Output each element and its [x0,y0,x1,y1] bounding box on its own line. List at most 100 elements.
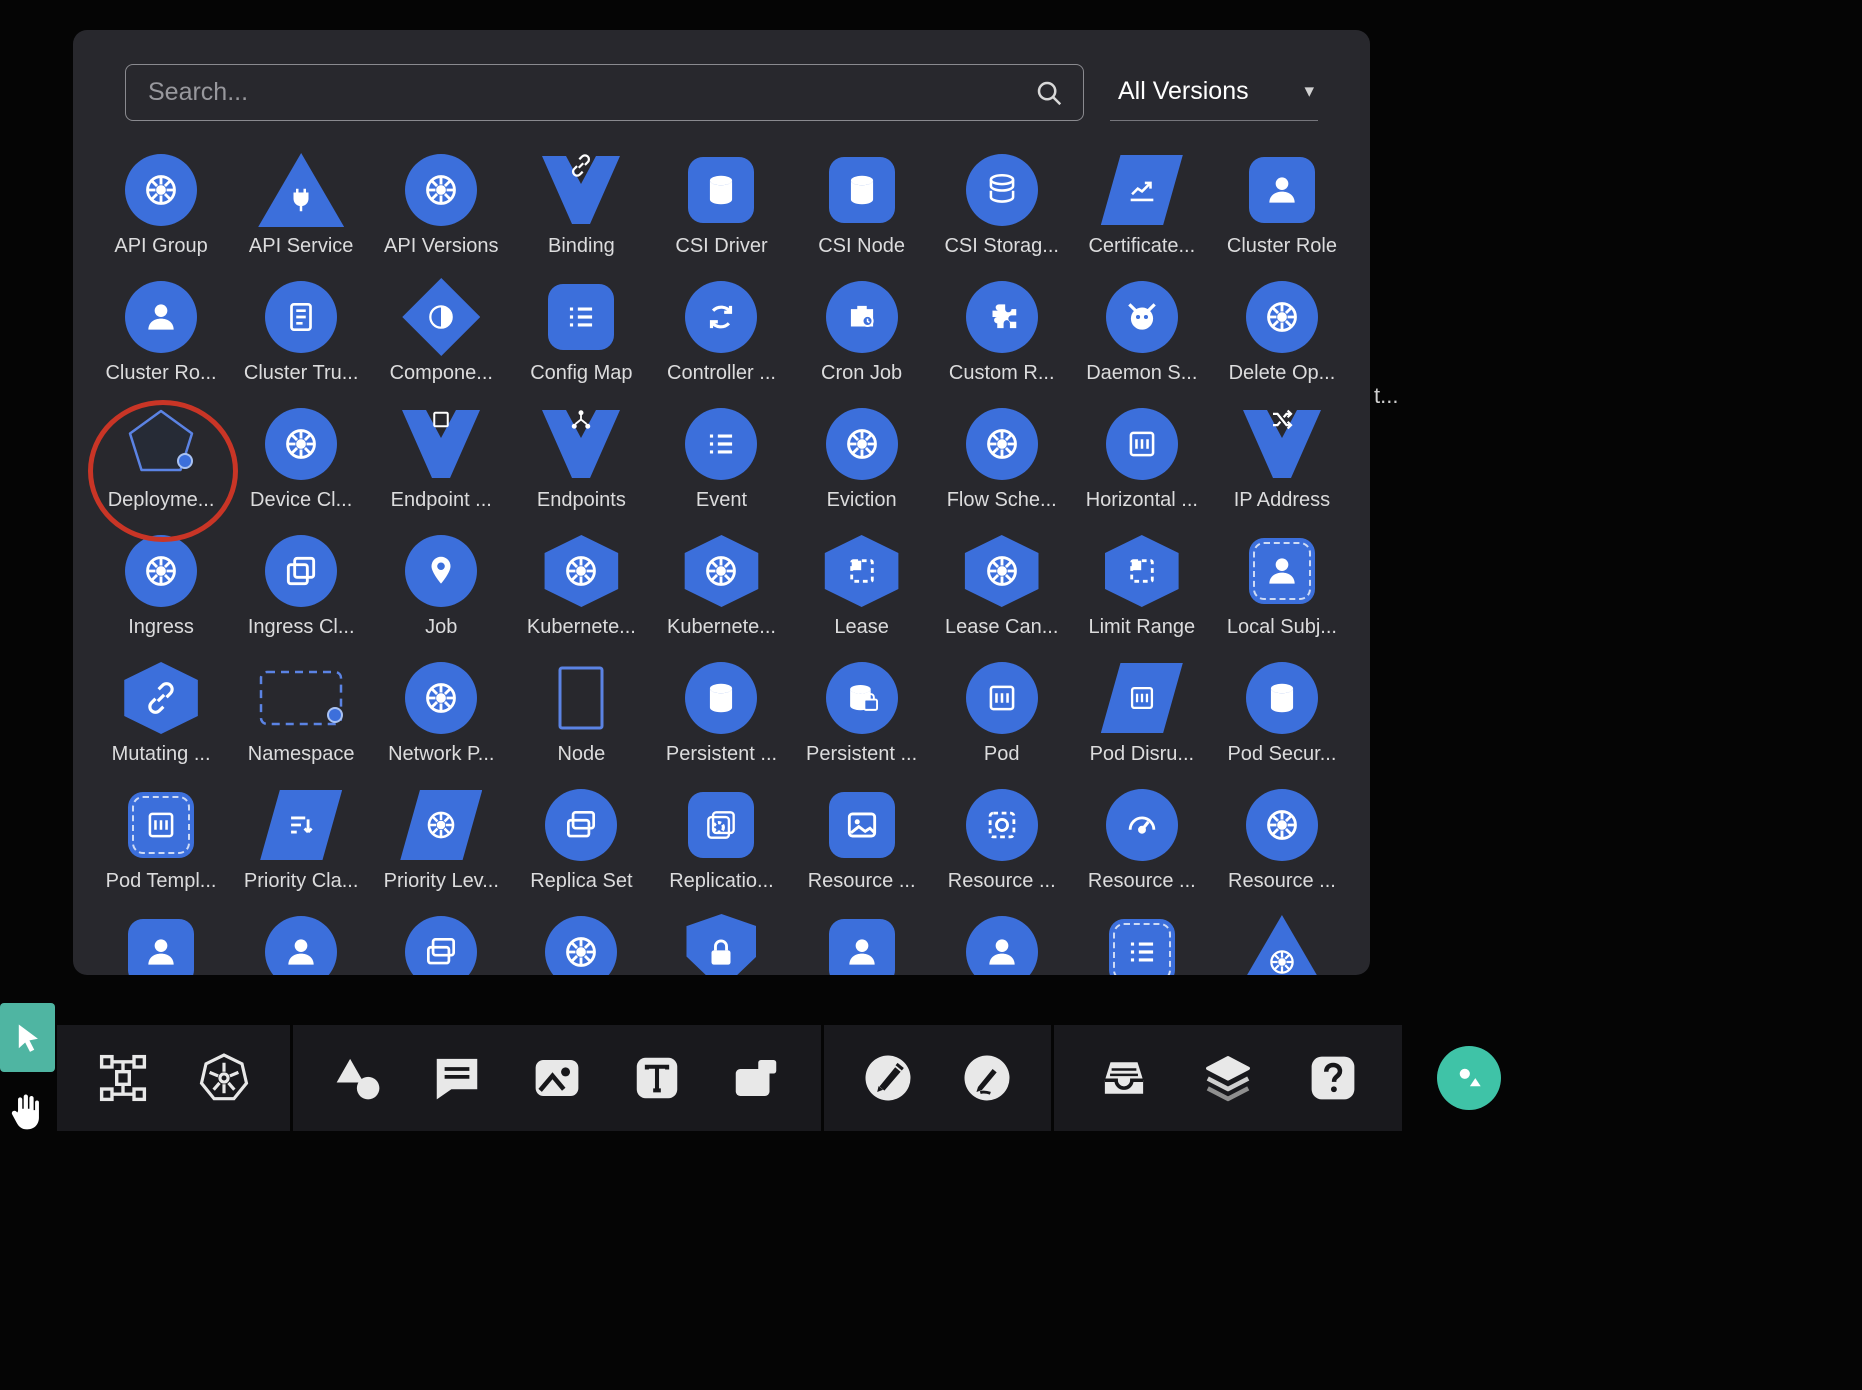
shape-item[interactable] [1072,909,1212,975]
shape-item[interactable] [651,909,791,975]
shape-item-iconbox [962,528,1042,614]
shape-item[interactable]: Pod Disru... [1072,655,1212,782]
marker-tool[interactable] [853,1043,923,1113]
shape-item-iconbox [1239,401,1325,487]
shape-item-iconbox [1102,528,1182,614]
shape-item[interactable]: Cron Job [792,274,932,401]
shape-item[interactable]: Mutating ... [91,655,231,782]
shape-item[interactable]: Deployme... [91,401,231,528]
library-button[interactable] [1437,1046,1501,1110]
shape-item-iconbox [688,147,754,233]
hand-tool[interactable] [2,1086,48,1138]
help-tool[interactable] [1298,1043,1368,1113]
shape-item[interactable]: Replicatio... [651,782,791,909]
shape-item-label: Resource ... [808,870,916,893]
wheel-icon [125,154,197,226]
shape-item[interactable]: CSI Node [792,147,932,274]
shape-item[interactable] [792,909,932,975]
search-input[interactable] [125,64,1084,121]
diagram-tool[interactable] [88,1043,158,1113]
image-tool[interactable] [522,1043,592,1113]
shape-item-iconbox [829,782,895,868]
shape-item[interactable]: Priority Lev... [371,782,511,909]
note-tool[interactable] [721,1043,791,1113]
shape-item[interactable]: Cluster Role [1212,147,1352,274]
shape-item[interactable]: Persistent ... [651,655,791,782]
search-icon [1034,78,1064,108]
shape-item[interactable]: Ingress Cl... [231,528,371,655]
shape-item-label: Resource ... [1228,870,1336,893]
wheel-icon [405,154,477,226]
shape-item[interactable] [371,909,511,975]
pencil-icon [960,1051,1014,1105]
version-filter-dropdown[interactable]: All Versions ▾ [1110,64,1318,121]
shape-item[interactable]: Endpoints [511,401,651,528]
shape-item[interactable]: Resource ... [1072,782,1212,909]
daemon-icon [1106,281,1178,353]
shape-item[interactable]: Persistent ... [792,655,932,782]
shape-item[interactable]: Cluster Ro... [91,274,231,401]
shape-item-iconbox [826,401,898,487]
shape-item[interactable]: Job [371,528,511,655]
shape-item[interactable]: Config Map [511,274,651,401]
shape-item[interactable]: Event [651,401,791,528]
shape-item[interactable]: Certificate... [1072,147,1212,274]
shape-item[interactable]: Pod Templ... [91,782,231,909]
comment-tool[interactable] [422,1043,492,1113]
shape-item[interactable]: CSI Storag... [932,147,1072,274]
shape-item-label: Priority Lev... [384,870,499,893]
layers-tool[interactable] [1193,1043,1263,1113]
target-icon [966,789,1038,861]
shape-item[interactable] [932,909,1072,975]
shape-item-label: Replicatio... [669,870,774,893]
shape-item[interactable]: Pod Secur... [1212,655,1352,782]
shape-item[interactable]: Lease Can... [932,528,1072,655]
shape-item[interactable]: Endpoint ... [371,401,511,528]
text-tool[interactable] [622,1043,692,1113]
shape-library-panel: All Versions ▾ API GroupAPI ServiceAPI V… [73,30,1370,975]
shape-item[interactable]: Resource ... [932,782,1072,909]
archive-tool[interactable] [1089,1043,1159,1113]
kubernetes-tool[interactable] [189,1043,259,1113]
shape-item[interactable]: API Versions [371,147,511,274]
shape-item[interactable]: Compone... [371,274,511,401]
shape-item[interactable]: Resource ... [792,782,932,909]
shapes-tool[interactable] [323,1043,393,1113]
shape-item[interactable]: API Service [231,147,371,274]
shape-item[interactable]: Eviction [792,401,932,528]
select-tool[interactable] [0,1003,55,1072]
shape-item[interactable]: CSI Driver [651,147,791,274]
shape-item-iconbox [400,782,482,868]
shape-item[interactable] [91,909,231,975]
shape-item[interactable] [1212,909,1352,975]
shape-item[interactable]: Flow Sche... [932,401,1072,528]
shape-item[interactable]: Resource ... [1212,782,1352,909]
shape-item[interactable]: IP Address [1212,401,1352,528]
shape-item[interactable]: API Group [91,147,231,274]
shape-item[interactable]: Binding [511,147,651,274]
shape-item[interactable] [231,909,371,975]
shape-item[interactable]: Device Cl... [231,401,371,528]
shape-item-iconbox [265,401,337,487]
shape-item[interactable]: Kubernete... [651,528,791,655]
shape-item[interactable]: Delete Op... [1212,274,1352,401]
shape-item[interactable]: Node [511,655,651,782]
shape-item[interactable]: Cluster Tru... [231,274,371,401]
shape-item[interactable]: Custom R... [932,274,1072,401]
shape-item[interactable]: Lease [792,528,932,655]
shape-item[interactable]: Network P... [371,655,511,782]
shape-item[interactable]: Replica Set [511,782,651,909]
shape-item[interactable]: Horizontal ... [1072,401,1212,528]
shape-item[interactable]: Namespace [231,655,371,782]
shape-item[interactable] [511,909,651,975]
shape-item[interactable]: Pod [932,655,1072,782]
shape-item[interactable]: Priority Cla... [231,782,371,909]
shape-item[interactable]: Ingress [91,528,231,655]
shape-item[interactable]: Limit Range [1072,528,1212,655]
shape-item[interactable]: Kubernete... [511,528,651,655]
shape-item[interactable]: Local Subj... [1212,528,1352,655]
shape-item[interactable]: Daemon S... [1072,274,1212,401]
pencil-tool[interactable] [952,1043,1022,1113]
shape-item-iconbox [1246,782,1318,868]
shape-item[interactable]: Controller ... [651,274,791,401]
